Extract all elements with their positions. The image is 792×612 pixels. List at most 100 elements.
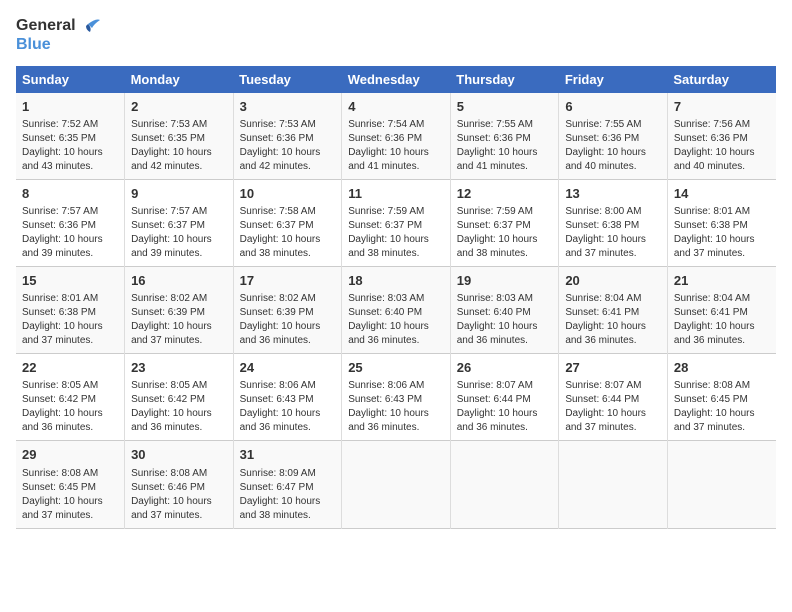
- day-cell: [559, 441, 668, 528]
- day-cell: 23 Sunrise: 8:05 AMSunset: 6:42 PMDayligh…: [125, 354, 234, 441]
- day-cell: 18Sunrise: 8:03 AMSunset: 6:40 PMDayligh…: [342, 266, 451, 353]
- day-info: Sunrise: 8:00 AMSunset: 6:38 PMDaylight:…: [565, 206, 646, 259]
- header-row: SundayMondayTuesdayWednesdayThursdayFrid…: [16, 66, 776, 93]
- day-cell: 30 Sunrise: 8:08 AMSunset: 6:46 PMDayligh…: [125, 441, 234, 528]
- day-cell: 11 Sunrise: 7:59 AMSunset: 6:37 PMDayligh…: [342, 179, 451, 266]
- day-cell: 28Sunrise: 8:08 AMSunset: 6:45 PMDayligh…: [667, 354, 776, 441]
- logo-line2: Blue: [16, 36, 51, 54]
- col-header-monday: Monday: [125, 66, 234, 93]
- calendar-table: SundayMondayTuesdayWednesdayThursdayFrid…: [16, 66, 776, 529]
- day-cell: 10 Sunrise: 7:58 AMSunset: 6:37 PMDayligh…: [233, 179, 342, 266]
- day-number: 21: [674, 272, 770, 290]
- day-cell: 4Sunrise: 7:54 AMSunset: 6:36 PMDaylight…: [342, 93, 451, 180]
- day-number: 8: [22, 185, 118, 203]
- day-info: Sunrise: 8:01 AMSunset: 6:38 PMDaylight:…: [674, 206, 755, 259]
- day-cell: 15 Sunrise: 8:01 AMSunset: 6:38 PMDayligh…: [16, 266, 125, 353]
- day-info: Sunrise: 7:59 AMSunset: 6:37 PMDaylight:…: [348, 206, 429, 259]
- week-row-2: 8 Sunrise: 7:57 AMSunset: 6:36 PMDaylight…: [16, 179, 776, 266]
- logo-bird-icon: [78, 16, 100, 36]
- day-cell: 5 Sunrise: 7:55 AMSunset: 6:36 PMDaylight…: [450, 93, 559, 180]
- day-cell: 20 Sunrise: 8:04 AMSunset: 6:41 PMDayligh…: [559, 266, 668, 353]
- day-number: 22: [22, 359, 118, 377]
- day-info: Sunrise: 8:03 AMSunset: 6:40 PMDaylight:…: [348, 293, 429, 346]
- day-number: 30: [131, 446, 227, 464]
- day-info: Sunrise: 7:55 AMSunset: 6:36 PMDaylight:…: [457, 119, 538, 172]
- day-number: 17: [240, 272, 336, 290]
- day-info: Sunrise: 7:56 AMSunset: 6:36 PMDaylight:…: [674, 119, 755, 172]
- day-info: Sunrise: 8:04 AMSunset: 6:41 PMDaylight:…: [565, 293, 646, 346]
- day-info: Sunrise: 8:06 AMSunset: 6:43 PMDaylight:…: [240, 380, 321, 433]
- day-info: Sunrise: 8:03 AMSunset: 6:40 PMDaylight:…: [457, 293, 538, 346]
- day-cell: [342, 441, 451, 528]
- day-info: Sunrise: 8:07 AMSunset: 6:44 PMDaylight:…: [457, 380, 538, 433]
- day-number: 24: [240, 359, 336, 377]
- week-row-3: 15 Sunrise: 8:01 AMSunset: 6:38 PMDayligh…: [16, 266, 776, 353]
- day-info: Sunrise: 7:52 AMSunset: 6:35 PMDaylight:…: [22, 119, 103, 172]
- day-info: Sunrise: 7:58 AMSunset: 6:37 PMDaylight:…: [240, 206, 321, 259]
- day-number: 6: [565, 98, 661, 116]
- day-number: 14: [674, 185, 770, 203]
- day-cell: 6 Sunrise: 7:55 AMSunset: 6:36 PMDaylight…: [559, 93, 668, 180]
- day-info: Sunrise: 8:08 AMSunset: 6:46 PMDaylight:…: [131, 468, 212, 521]
- day-info: Sunrise: 7:53 AMSunset: 6:35 PMDaylight:…: [131, 119, 212, 172]
- day-info: Sunrise: 7:57 AMSunset: 6:36 PMDaylight:…: [22, 206, 103, 259]
- day-number: 2: [131, 98, 227, 116]
- day-info: Sunrise: 7:57 AMSunset: 6:37 PMDaylight:…: [131, 206, 212, 259]
- day-number: 19: [457, 272, 553, 290]
- day-cell: 2 Sunrise: 7:53 AMSunset: 6:35 PMDaylight…: [125, 93, 234, 180]
- day-number: 11: [348, 185, 444, 203]
- day-info: Sunrise: 8:02 AMSunset: 6:39 PMDaylight:…: [240, 293, 321, 346]
- day-number: 29: [22, 446, 118, 464]
- day-info: Sunrise: 8:07 AMSunset: 6:44 PMDaylight:…: [565, 380, 646, 433]
- logo-line1: General: [16, 17, 76, 35]
- day-number: 10: [240, 185, 336, 203]
- day-cell: 25Sunrise: 8:06 AMSunset: 6:43 PMDayligh…: [342, 354, 451, 441]
- day-cell: 21 Sunrise: 8:04 AMSunset: 6:41 PMDayligh…: [667, 266, 776, 353]
- day-info: Sunrise: 8:02 AMSunset: 6:39 PMDaylight:…: [131, 293, 212, 346]
- day-info: Sunrise: 8:08 AMSunset: 6:45 PMDaylight:…: [674, 380, 755, 433]
- day-info: Sunrise: 8:05 AMSunset: 6:42 PMDaylight:…: [22, 380, 103, 433]
- day-info: Sunrise: 7:53 AMSunset: 6:36 PMDaylight:…: [240, 119, 321, 172]
- col-header-tuesday: Tuesday: [233, 66, 342, 93]
- day-info: Sunrise: 8:05 AMSunset: 6:42 PMDaylight:…: [131, 380, 212, 433]
- day-info: Sunrise: 8:01 AMSunset: 6:38 PMDaylight:…: [22, 293, 103, 346]
- day-number: 26: [457, 359, 553, 377]
- day-cell: 13Sunrise: 8:00 AMSunset: 6:38 PMDayligh…: [559, 179, 668, 266]
- day-number: 23: [131, 359, 227, 377]
- day-cell: 17 Sunrise: 8:02 AMSunset: 6:39 PMDayligh…: [233, 266, 342, 353]
- day-info: Sunrise: 7:59 AMSunset: 6:37 PMDaylight:…: [457, 206, 538, 259]
- day-cell: 31Sunrise: 8:09 AMSunset: 6:47 PMDayligh…: [233, 441, 342, 528]
- day-info: Sunrise: 8:06 AMSunset: 6:43 PMDaylight:…: [348, 380, 429, 433]
- day-cell: 26 Sunrise: 8:07 AMSunset: 6:44 PMDayligh…: [450, 354, 559, 441]
- col-header-wednesday: Wednesday: [342, 66, 451, 93]
- week-row-1: 1 Sunrise: 7:52 AMSunset: 6:35 PMDaylight…: [16, 93, 776, 180]
- day-number: 7: [674, 98, 770, 116]
- col-header-sunday: Sunday: [16, 66, 125, 93]
- day-number: 20: [565, 272, 661, 290]
- day-cell: 9Sunrise: 7:57 AMSunset: 6:37 PMDaylight…: [125, 179, 234, 266]
- day-cell: 29 Sunrise: 8:08 AMSunset: 6:45 PMDayligh…: [16, 441, 125, 528]
- day-info: Sunrise: 8:04 AMSunset: 6:41 PMDaylight:…: [674, 293, 755, 346]
- day-number: 3: [240, 98, 336, 116]
- day-number: 12: [457, 185, 553, 203]
- col-header-thursday: Thursday: [450, 66, 559, 93]
- week-row-4: 22 Sunrise: 8:05 AMSunset: 6:42 PMDayligh…: [16, 354, 776, 441]
- day-info: Sunrise: 8:09 AMSunset: 6:47 PMDaylight:…: [240, 468, 321, 521]
- day-number: 5: [457, 98, 553, 116]
- day-cell: 27Sunrise: 8:07 AMSunset: 6:44 PMDayligh…: [559, 354, 668, 441]
- col-header-saturday: Saturday: [667, 66, 776, 93]
- day-number: 15: [22, 272, 118, 290]
- day-cell: 1 Sunrise: 7:52 AMSunset: 6:35 PMDaylight…: [16, 93, 125, 180]
- day-cell: 19 Sunrise: 8:03 AMSunset: 6:40 PMDayligh…: [450, 266, 559, 353]
- day-cell: 7 Sunrise: 7:56 AMSunset: 6:36 PMDaylight…: [667, 93, 776, 180]
- day-info: Sunrise: 7:54 AMSunset: 6:36 PMDaylight:…: [348, 119, 429, 172]
- day-number: 1: [22, 98, 118, 116]
- week-row-5: 29 Sunrise: 8:08 AMSunset: 6:45 PMDayligh…: [16, 441, 776, 528]
- day-number: 16: [131, 272, 227, 290]
- day-info: Sunrise: 7:55 AMSunset: 6:36 PMDaylight:…: [565, 119, 646, 172]
- day-cell: [450, 441, 559, 528]
- logo-container: General Blue: [16, 16, 100, 54]
- day-info: Sunrise: 8:08 AMSunset: 6:45 PMDaylight:…: [22, 468, 103, 521]
- day-cell: 12 Sunrise: 7:59 AMSunset: 6:37 PMDayligh…: [450, 179, 559, 266]
- day-cell: 8 Sunrise: 7:57 AMSunset: 6:36 PMDaylight…: [16, 179, 125, 266]
